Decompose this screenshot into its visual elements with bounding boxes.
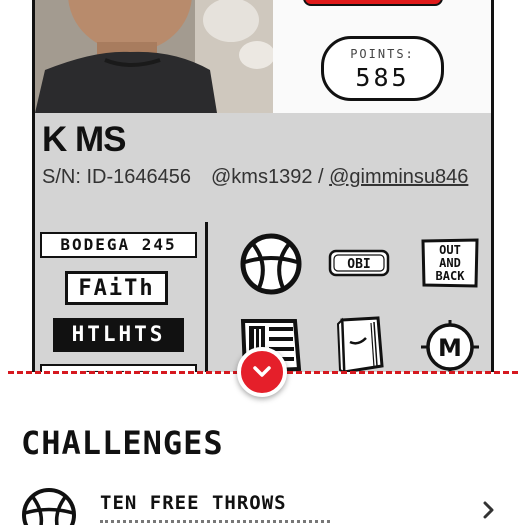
outback-line-1: OUT: [439, 243, 461, 257]
book-icon: [334, 316, 386, 372]
m-compass-icon: M: [419, 318, 481, 372]
basketball-icon: [20, 486, 78, 525]
obi-label: OBI: [347, 257, 370, 272]
challenges-heading: CHALLENGES: [21, 424, 224, 462]
outback-line-2: AND: [439, 256, 461, 270]
outback-line-3: BACK: [436, 269, 466, 283]
red-banner: [303, 0, 443, 6]
points-badge: POINTS: 585: [321, 36, 444, 101]
patch-htlhts: HTLHTS: [53, 318, 184, 352]
challenge-item[interactable]: TEN FREE THROWS: [0, 480, 525, 525]
challenge-progress: [100, 520, 330, 523]
out-and-back-icon: OUT AND BACK: [420, 237, 480, 294]
profile-card: POINTS: 585 K MS S/N: ID-1646456 @kms1392…: [32, 0, 494, 372]
serial-number: S/N: ID-1646456: [42, 166, 191, 188]
profile-photo: [35, 0, 273, 113]
patch-bodega: BODEGA 245: [40, 232, 197, 258]
profile-photo-image: [35, 0, 273, 113]
profile-id-line: S/N: ID-1646456 @kms1392 / @gimminsu846: [42, 166, 468, 189]
collapse-button[interactable]: [237, 347, 287, 397]
points-value: 585: [355, 63, 410, 92]
points-panel: POINTS: 585: [273, 0, 491, 113]
m-compass-label: M: [438, 334, 462, 362]
profile-name: K MS: [42, 120, 126, 159]
points-label: POINTS:: [350, 47, 415, 61]
vertical-divider: [205, 222, 208, 372]
chevron-right-icon: [482, 500, 496, 525]
challenge-name: TEN FREE THROWS: [100, 492, 287, 514]
patch-faith: FAiTh: [65, 271, 168, 305]
chevron-down-icon: [253, 366, 271, 377]
obi-badge-icon: OBI: [328, 248, 390, 283]
basketball-icon: [239, 232, 303, 301]
handle: @kms1392 /: [210, 166, 324, 188]
linked-handle-link[interactable]: @gimminsu846: [329, 166, 468, 188]
